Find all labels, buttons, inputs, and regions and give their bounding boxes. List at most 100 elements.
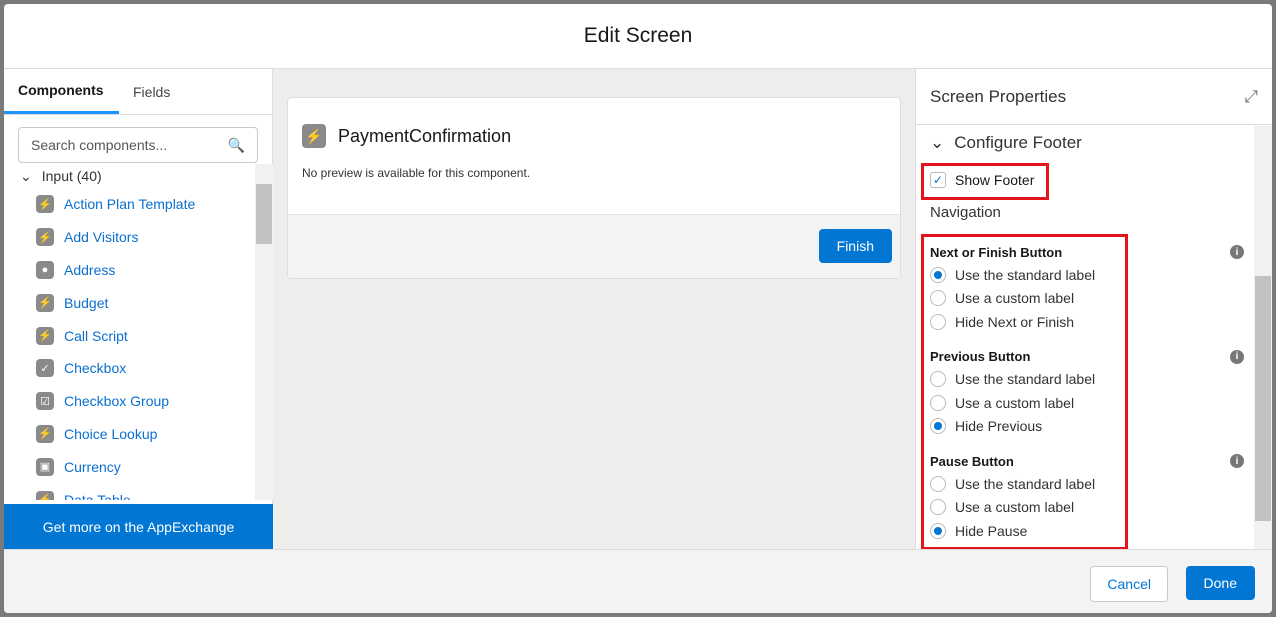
navigation-label: Navigation: [930, 204, 1001, 221]
component-icon: ⚡: [36, 490, 54, 500]
scrollbar[interactable]: [255, 164, 273, 500]
option-label: Hide Previous: [955, 418, 1043, 435]
component-icon: ⚡: [36, 326, 54, 345]
info-icon[interactable]: i: [1230, 349, 1244, 364]
component-name: PaymentConfirmation: [338, 125, 512, 146]
option-label: Use a custom label: [955, 499, 1075, 516]
list-item[interactable]: ⚡ Call Script: [4, 319, 273, 352]
radio-option[interactable]: Use a custom label: [930, 287, 1254, 311]
component-icon: ⚡: [36, 195, 54, 214]
radio-group: Previous Button i Use the standard label Us…: [930, 346, 1254, 439]
radio-option[interactable]: Hide Pause: [930, 519, 1254, 543]
properties-panel: Screen Properties ⤢ ⌄ Configure Footer ✓ Sh…: [916, 69, 1272, 550]
component-icon: ☑: [36, 392, 54, 411]
radio-icon: [930, 499, 946, 516]
group-label: Input (40): [41, 168, 102, 184]
item-label: Action Plan Template: [64, 196, 196, 213]
list-item[interactable]: ▣ Currency: [4, 450, 273, 483]
component-icon: ⚡: [36, 424, 54, 443]
component-card[interactable]: ⚡ PaymentConfirmation No preview is avail…: [287, 97, 901, 279]
components-panel: Components Fields Search components... 🔍 …: [4, 69, 273, 549]
expand-icon[interactable]: ⤢: [1244, 87, 1258, 107]
radio-icon: [930, 290, 946, 307]
chevron-down-icon: ⌄: [20, 167, 32, 184]
component-icon: ▣: [36, 457, 54, 476]
properties-scrollbar[interactable]: [1254, 126, 1272, 549]
radio-icon: [930, 313, 946, 330]
list-item[interactable]: ⚡ Action Plan Template: [4, 188, 273, 221]
radio-icon: [930, 522, 946, 539]
option-label: Use the standard label: [955, 371, 1096, 388]
component-icon: ⚡: [36, 228, 54, 247]
done-button[interactable]: Done: [1185, 566, 1255, 600]
component-icon: ✓: [36, 359, 54, 378]
item-label: Budget: [64, 294, 109, 311]
radio-icon: [930, 418, 946, 435]
component-icon: ●: [36, 260, 54, 279]
checkbox-checked-icon: ✓: [930, 172, 946, 188]
search-icon: 🔍: [227, 136, 245, 153]
list-item[interactable]: ⚡ Budget: [4, 286, 273, 319]
modal-footer: Cancel Done: [4, 549, 1272, 613]
item-label: Checkbox Group: [64, 393, 170, 410]
show-footer-checkbox[interactable]: ✓ Show Footer: [930, 172, 1034, 188]
radio-option[interactable]: Use the standard label: [930, 368, 1254, 392]
finish-button[interactable]: Finish: [818, 229, 892, 263]
radio-group: Pause Button i Use the standard label Use a…: [930, 450, 1254, 543]
radio-option[interactable]: Use a custom label: [930, 391, 1254, 415]
item-label: Checkbox: [64, 360, 127, 377]
option-label: Use a custom label: [955, 394, 1075, 411]
info-icon[interactable]: i: [1230, 454, 1244, 468]
radio-option[interactable]: Use the standard label: [930, 472, 1254, 496]
tab-fields[interactable]: Fields: [119, 69, 184, 114]
section-configure-footer[interactable]: ⌄ Configure Footer: [930, 126, 1254, 160]
search-input[interactable]: Search components... 🔍: [18, 127, 258, 163]
list-item[interactable]: ☑ Checkbox Group: [4, 385, 273, 418]
component-icon: ⚡: [36, 293, 54, 312]
modal-title: Edit Screen: [4, 4, 1272, 69]
item-label: Data Table: [64, 491, 131, 500]
canvas: ⚡ PaymentConfirmation No preview is avail…: [273, 69, 916, 549]
item-label: Choice Lookup: [64, 425, 158, 442]
radio-option[interactable]: Hide Next or Finish: [930, 310, 1254, 334]
group-title: Previous Button: [930, 349, 1031, 364]
component-list: ⌄ Input (40) ⚡ Action Plan Template ⚡ Add Vi…: [4, 164, 273, 500]
radio-option[interactable]: Hide Previous: [930, 415, 1254, 439]
info-icon[interactable]: i: [1230, 245, 1244, 259]
tab-components[interactable]: Components: [4, 69, 119, 114]
list-item[interactable]: ⚡ Add Visitors: [4, 221, 273, 254]
radio-option[interactable]: Use the standard label: [930, 263, 1254, 287]
radio-icon: [930, 371, 946, 388]
option-label: Use a custom label: [955, 290, 1075, 307]
chevron-down-icon: ⌄: [930, 133, 945, 152]
option-label: Hide Next or Finish: [955, 313, 1075, 330]
radio-icon: [930, 266, 946, 283]
item-label: Address: [64, 261, 116, 278]
list-item[interactable]: ⚡ Choice Lookup: [4, 418, 273, 451]
show-footer-label: Show Footer: [955, 172, 1035, 188]
appexchange-link[interactable]: Get more on the AppExchange: [4, 504, 273, 549]
item-label: Call Script: [64, 327, 128, 344]
panel-title: Screen Properties: [930, 86, 1067, 106]
group-input[interactable]: ⌄ Input (40): [4, 164, 273, 188]
lightning-icon: ⚡: [302, 124, 326, 148]
radio-group: Next or Finish Button i Use the standard l…: [930, 241, 1254, 334]
list-item[interactable]: ✓ Checkbox: [4, 352, 273, 385]
section-label: Configure Footer: [954, 133, 1082, 152]
group-title: Pause Button: [930, 453, 1014, 469]
item-label: Add Visitors: [64, 229, 139, 246]
radio-option[interactable]: Use a custom label: [930, 496, 1254, 520]
group-title: Next or Finish Button: [930, 244, 1063, 260]
item-label: Currency: [64, 458, 121, 475]
search-placeholder: Search components...: [31, 137, 168, 153]
option-label: Use the standard label: [955, 266, 1096, 283]
cancel-button[interactable]: Cancel: [1090, 566, 1168, 602]
edit-screen-modal: Edit Screen Components Fields Search com…: [4, 4, 1272, 613]
list-item[interactable]: ● Address: [4, 254, 273, 287]
component-desc: No preview is available for this compone…: [302, 166, 531, 180]
radio-icon: [930, 394, 946, 411]
radio-icon: [930, 475, 946, 492]
list-item[interactable]: ⚡ Data Table: [4, 483, 273, 500]
option-label: Use the standard label: [955, 475, 1096, 492]
option-label: Hide Pause: [955, 522, 1028, 539]
